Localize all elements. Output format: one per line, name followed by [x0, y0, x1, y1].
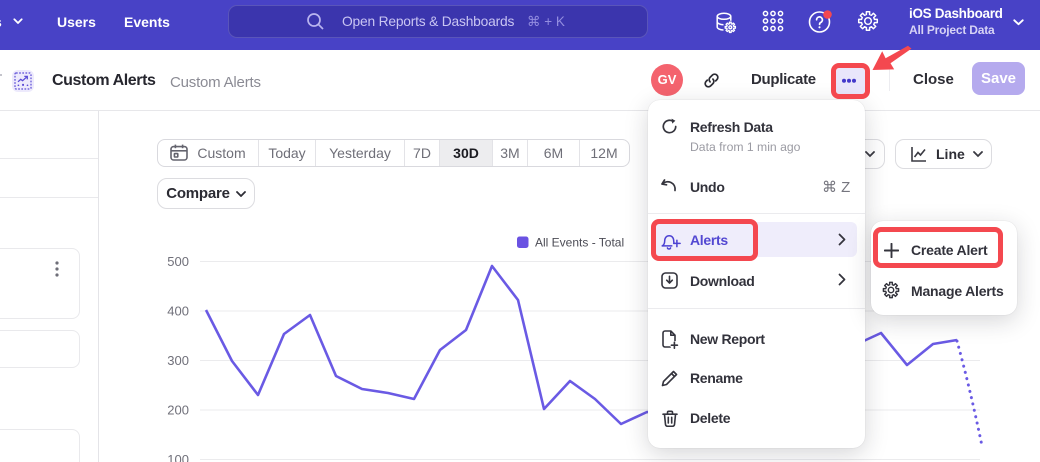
svg-text:300: 300 — [167, 353, 189, 368]
svg-text:100: 100 — [167, 452, 189, 462]
svg-text:200: 200 — [167, 403, 189, 418]
svg-text:500: 500 — [167, 254, 189, 269]
svg-text:All Events - Total: All Events - Total — [535, 236, 624, 250]
svg-text:400: 400 — [167, 304, 189, 319]
